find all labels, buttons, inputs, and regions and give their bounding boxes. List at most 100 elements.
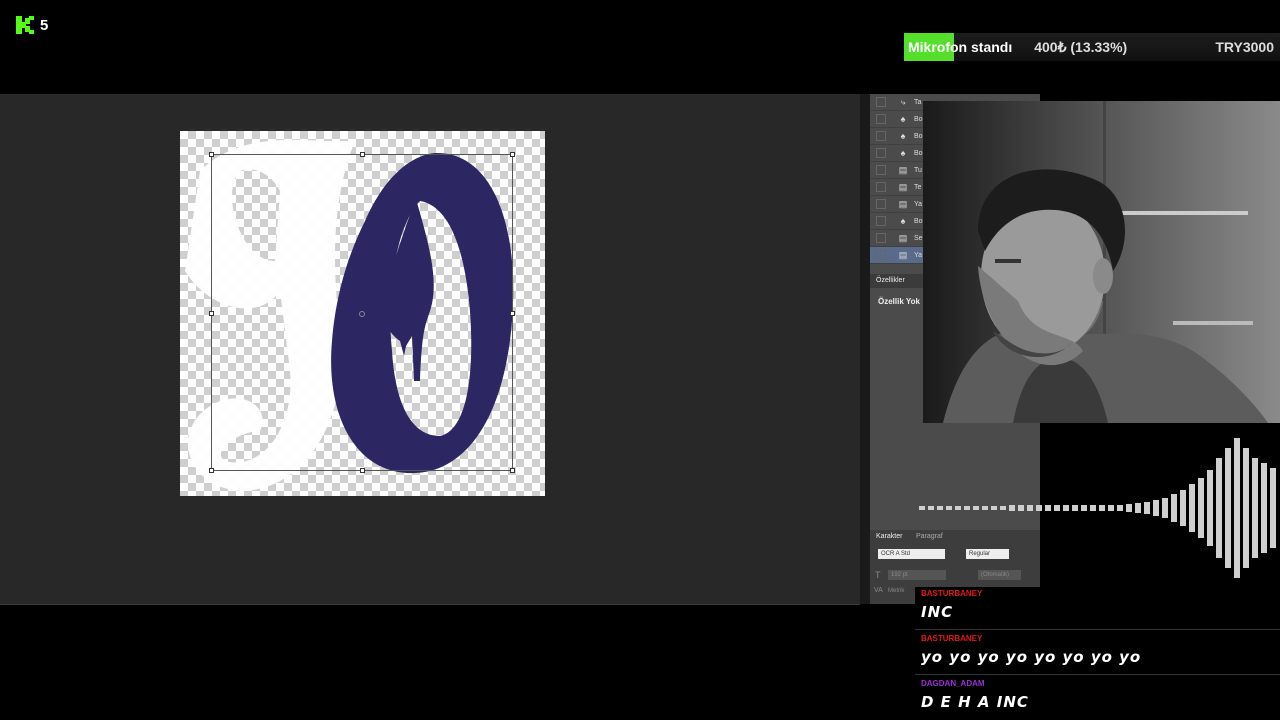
layer-name: Bo: [914, 149, 923, 157]
layer-name: Te: [914, 183, 922, 191]
layer-icon: ▤: [898, 250, 908, 260]
kick-logo-icon: [16, 16, 34, 34]
shape-icon: ♠: [900, 148, 906, 158]
visualizer-bar: [1180, 490, 1186, 526]
layer-name: Tu: [914, 166, 922, 174]
visualizer-bar: [1162, 498, 1168, 518]
visualizer-bar: [1054, 505, 1060, 511]
visualizer-bar: [1072, 505, 1078, 511]
visibility-toggle-icon[interactable]: [876, 216, 886, 226]
visualizer-bar: [1270, 468, 1276, 548]
transform-handle[interactable]: [360, 468, 365, 473]
layer-icon: ▤: [898, 182, 908, 192]
shape-icon: ♠: [900, 131, 906, 141]
shape-icon: ♠: [900, 114, 906, 124]
visualizer-bar: [1063, 505, 1069, 511]
visualizer-bar: [1000, 506, 1006, 510]
goal-amount: 400₺ (13.33%): [1034, 38, 1128, 55]
transform-bounding-box[interactable]: [209, 152, 515, 473]
chat-text: INC: [921, 603, 954, 621]
audio-visualizer: [919, 438, 1276, 578]
chat-text: D E H A INC: [921, 693, 1029, 711]
visualizer-bar: [1225, 448, 1231, 568]
transform-handle[interactable]: [209, 468, 214, 473]
visibility-toggle-icon[interactable]: [876, 199, 886, 209]
chat-message: BASTURBANEY yo yo yo yo yo yo yo yo: [915, 632, 1280, 675]
tab-properties[interactable]: Özellikler: [876, 277, 905, 284]
webcam-feed: [923, 101, 1280, 423]
layer-name: Se: [914, 234, 923, 242]
transform-handle[interactable]: [510, 152, 515, 157]
visualizer-bar: [1108, 505, 1114, 511]
viewer-count: 5: [40, 16, 49, 34]
layer-icon: ▤: [898, 165, 908, 175]
visualizer-bar: [1117, 505, 1123, 511]
visibility-toggle-icon[interactable]: [876, 233, 886, 243]
visibility-toggle-icon[interactable]: [876, 148, 886, 158]
visualizer-bar: [1036, 505, 1042, 511]
transform-handle[interactable]: [209, 311, 214, 316]
layer-name: Ta: [914, 98, 922, 106]
visualizer-bar: [1090, 505, 1096, 511]
layer-name: Ya: [914, 200, 923, 208]
visualizer-bar: [1153, 500, 1159, 516]
visualizer-bar: [964, 506, 970, 510]
visualizer-bar: [928, 506, 934, 510]
kerning-field[interactable]: Metrik: [888, 588, 904, 594]
move-icon: ⤷: [900, 97, 906, 107]
transform-handle[interactable]: [510, 468, 515, 473]
layer-name: Bo: [914, 132, 923, 140]
kerning-icon: VA: [874, 587, 883, 594]
visibility-toggle-icon[interactable]: [876, 97, 886, 107]
visibility-toggle-icon[interactable]: [876, 131, 886, 141]
visualizer-bar: [946, 506, 952, 510]
document-canvas[interactable]: [180, 131, 545, 496]
visualizer-bar: [1045, 505, 1051, 511]
transform-handle[interactable]: [510, 311, 515, 316]
chat-message: DAGDAN_ADAM D E H A INC: [915, 677, 1280, 719]
visualizer-bar: [1261, 463, 1267, 553]
visibility-toggle-icon[interactable]: [876, 182, 886, 192]
visualizer-bar: [1135, 503, 1141, 513]
visualizer-bar: [1207, 470, 1213, 546]
visibility-toggle-icon[interactable]: [876, 250, 886, 260]
visualizer-bar: [973, 506, 979, 510]
visualizer-bar: [1243, 448, 1249, 568]
chat-username: BASTURBANEY: [921, 589, 983, 598]
visualizer-bar: [1027, 505, 1033, 511]
kick-badge: 5: [16, 16, 48, 34]
visualizer-bar: [937, 506, 943, 510]
visualizer-bar: [982, 506, 988, 510]
shape-icon: ♠: [900, 216, 906, 226]
transform-handle[interactable]: [209, 152, 214, 157]
visualizer-bar: [1198, 478, 1204, 538]
font-size-icon: T: [875, 570, 881, 580]
visualizer-bar: [955, 506, 961, 510]
chat-username: BASTURBANEY: [921, 634, 983, 643]
visualizer-bar: [1252, 458, 1258, 558]
visualizer-bar: [1144, 502, 1150, 514]
tab-character[interactable]: Karakter: [876, 533, 902, 540]
goal-target: TRY3000: [1215, 39, 1274, 55]
visualizer-bar: [1216, 458, 1222, 558]
visualizer-bar: [919, 506, 925, 510]
properties-title: Özellik Yok: [878, 297, 920, 306]
visualizer-bar: [1018, 505, 1024, 511]
visualizer-bar: [1171, 494, 1177, 522]
layer-icon: ▤: [898, 199, 908, 209]
webcam-image: [923, 101, 1280, 423]
chat-username: DAGDAN_ADAM: [921, 679, 985, 688]
layer-icon: ▤: [898, 233, 908, 243]
goal-label: Mikrofon standı: [908, 39, 1013, 55]
layer-name: Bo: [914, 217, 923, 225]
visualizer-bar: [1189, 484, 1195, 532]
visibility-toggle-icon[interactable]: [876, 165, 886, 175]
visualizer-bar: [1081, 505, 1087, 511]
visualizer-bar: [1234, 438, 1240, 578]
visualizer-bar: [991, 506, 997, 510]
layer-name: Bo: [914, 115, 923, 123]
visibility-toggle-icon[interactable]: [876, 114, 886, 124]
chat-message: BASTURBANEY INC: [915, 587, 1280, 630]
panel-divider: [860, 94, 870, 604]
transform-handle[interactable]: [360, 152, 365, 157]
